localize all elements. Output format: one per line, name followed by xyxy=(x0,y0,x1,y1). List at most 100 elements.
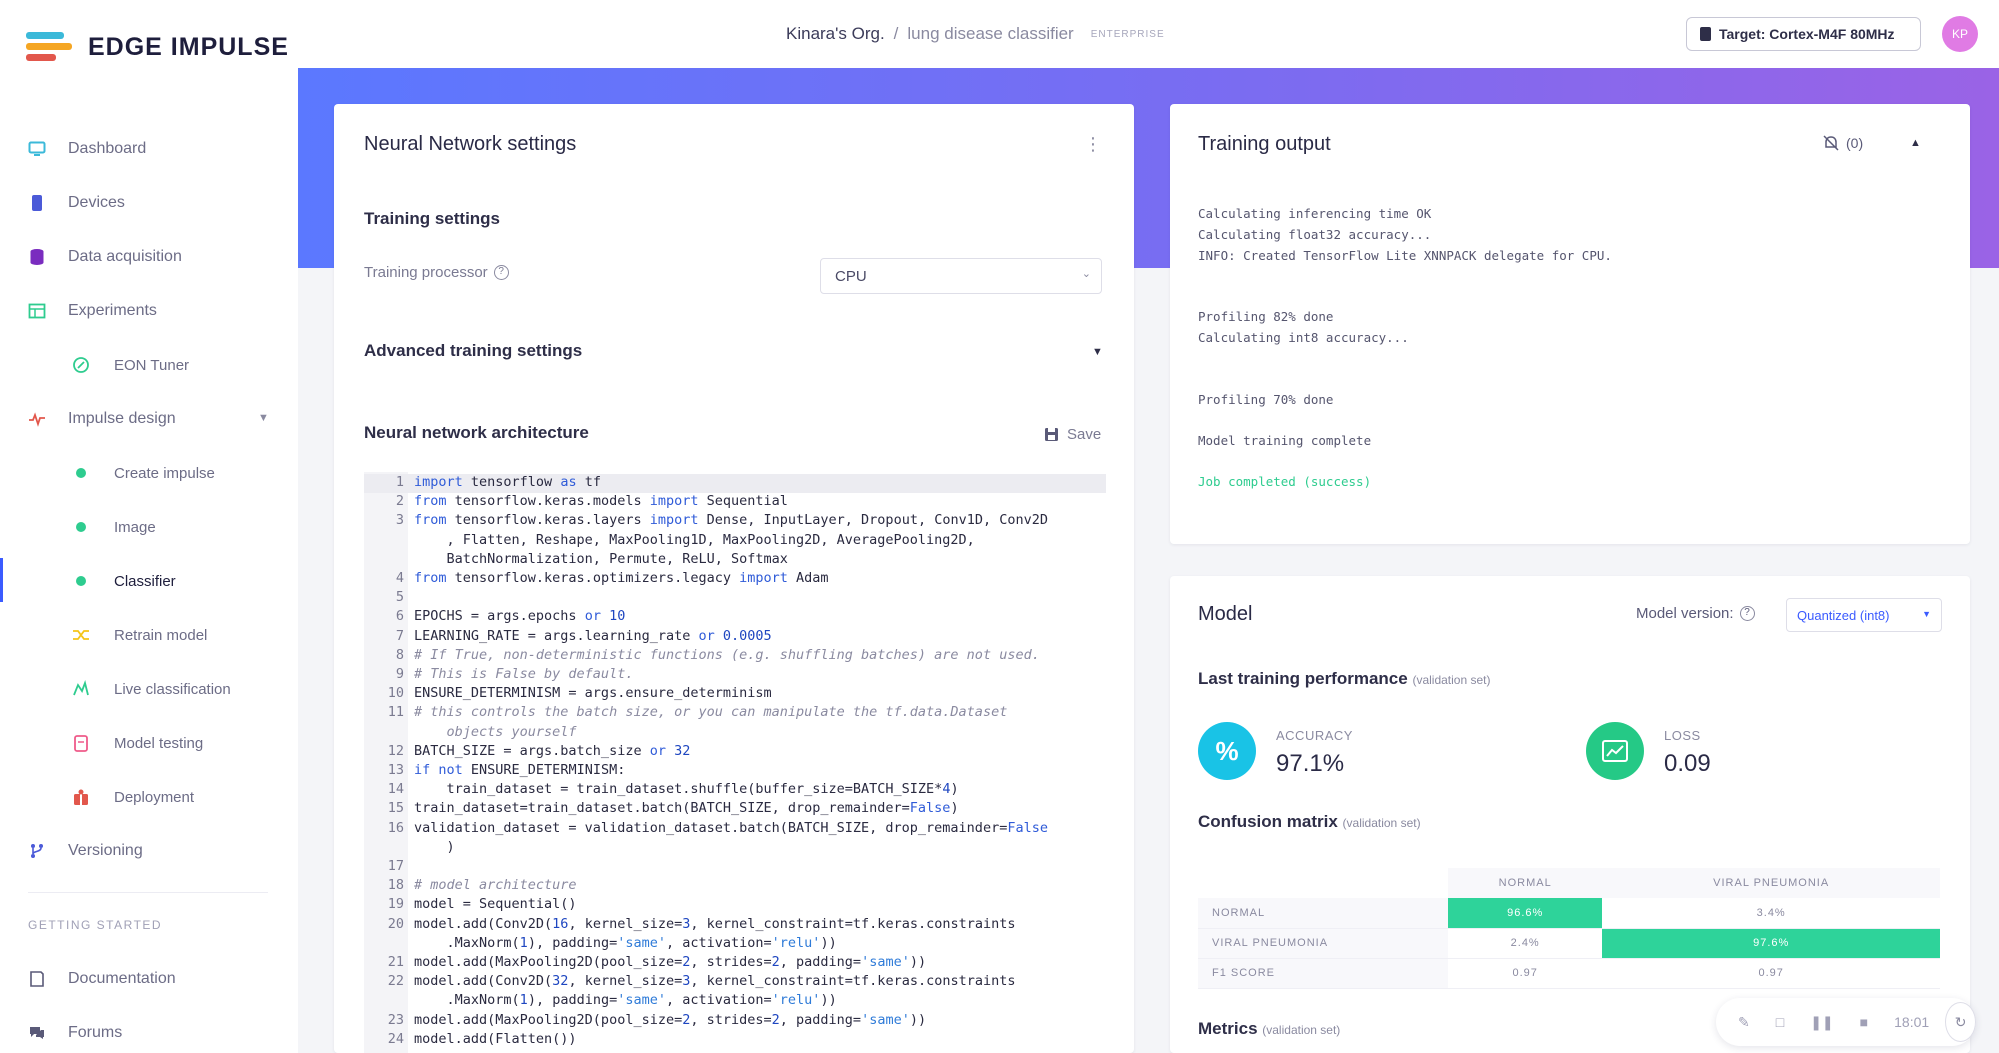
breadcrumb-org[interactable]: Kinara's Org. xyxy=(786,24,885,44)
sidebar-item-label: Data acquisition xyxy=(68,248,182,265)
code-line: 19 model = Sequential() xyxy=(387,896,577,913)
code-line: objects yourself xyxy=(414,723,577,740)
model-version-select[interactable]: Quantized (int8) ▼ xyxy=(1786,598,1942,632)
architecture-heading: Neural network architecture xyxy=(364,423,589,442)
column-header: VIRAL PNEUMONIA xyxy=(1602,868,1940,898)
table-row: F1 SCORE 0.97 0.97 xyxy=(1198,958,1940,989)
table-row: NORMAL 96.6% 3.4% xyxy=(1198,898,1940,929)
avatar[interactable]: KP xyxy=(1942,16,1978,52)
sidebar-item-label: Create impulse xyxy=(114,464,215,482)
logo[interactable]: EDGE IMPULSE xyxy=(26,30,289,64)
chip-icon xyxy=(1700,27,1711,41)
code-line: 24 model.add(Flatten()) xyxy=(387,1030,577,1047)
sidebar-item-label: Impulse design xyxy=(68,410,176,427)
code-line: 15 train_dataset=train_dataset.batch(BATC… xyxy=(387,800,959,817)
caret-down-icon[interactable]: ▼ xyxy=(1092,346,1103,358)
loss-value: 0.09 xyxy=(1664,750,1711,777)
table-icon xyxy=(28,303,46,319)
log-line: Calculating inferencing time OK xyxy=(1198,206,1432,221)
advanced-settings-toggle[interactable]: Advanced training settings xyxy=(364,341,582,361)
training-processor-select[interactable]: CPU ⌄ xyxy=(820,258,1102,294)
card-title: Neural Network settings xyxy=(364,133,577,155)
performance-subtitle: (validation set) xyxy=(1412,673,1491,687)
caret-down-icon: ▼ xyxy=(1922,609,1931,619)
app-name: EDGE IMPULSE xyxy=(88,32,289,61)
sidebar-item-create-impulse[interactable]: Create impulse xyxy=(72,458,215,488)
code-line: 4 from tensorflow.keras.optimizers.legacy… xyxy=(395,570,829,586)
sidebar-item-versioning[interactable]: Versioning xyxy=(28,836,143,866)
table-corner xyxy=(1198,868,1448,898)
sidebar-item-model-testing[interactable]: Model testing xyxy=(72,728,203,758)
code-line: 22 model.add(Conv2D(32, kernel_size=3, ke… xyxy=(387,973,1016,990)
log-line: Model training complete xyxy=(1198,433,1372,448)
table-row: VIRAL PNEUMONIA 2.4% 97.6% xyxy=(1198,928,1940,959)
monitor-icon xyxy=(28,141,46,156)
confusion-matrix-table: NORMAL VIRAL PNEUMONIA NORMAL 96.6% 3.4%… xyxy=(1198,868,1940,989)
shuffle-icon xyxy=(73,630,89,640)
target-device-button[interactable]: Target: Cortex-M4F 80MHz xyxy=(1686,17,1921,51)
breadcrumb-project[interactable]: lung disease classifier xyxy=(907,24,1073,44)
sidebar-item-label: EON Tuner xyxy=(114,356,190,374)
model-version-label: Model version: ? xyxy=(1636,605,1755,622)
sidebar-item-experiments[interactable]: Experiments xyxy=(28,296,157,326)
save-button[interactable]: Save xyxy=(1044,426,1101,443)
code-line: 8 # If True, non-deterministic functions … xyxy=(395,646,1040,663)
window-icon[interactable]: □ xyxy=(1776,1014,1784,1030)
sidebar-item-label: Experiments xyxy=(68,302,157,319)
sidebar-item-forums[interactable]: Forums xyxy=(28,1018,122,1048)
more-vertical-icon[interactable]: ⋮ xyxy=(1084,134,1102,155)
table-cell: 2.4% xyxy=(1448,928,1603,959)
pen-icon[interactable]: ✎ xyxy=(1738,1014,1750,1031)
help-icon[interactable]: ? xyxy=(1739,606,1755,621)
refresh-icon[interactable]: ↻ xyxy=(1945,1002,1976,1042)
clipboard-icon xyxy=(74,735,88,752)
sidebar-item-label: Versioning xyxy=(68,842,143,859)
performance-heading: Last training performance (validation se… xyxy=(1198,669,1491,689)
log-line: Calculating int8 accuracy... xyxy=(1198,330,1409,345)
sidebar-item-data-acquisition[interactable]: Data acquisition xyxy=(28,242,182,272)
chevron-down-icon: ⌄ xyxy=(1081,268,1091,280)
metrics-title: Metrics xyxy=(1198,1019,1258,1038)
sidebar-item-impulse-design[interactable]: Impulse design xyxy=(28,404,176,434)
sidebar-divider xyxy=(28,892,268,893)
sidebar-item-deployment[interactable]: Deployment xyxy=(72,782,194,812)
stop-icon[interactable]: ■ xyxy=(1860,1014,1868,1030)
code-line: ) xyxy=(414,838,455,855)
chevron-down-icon[interactable]: ▼ xyxy=(258,412,269,424)
section-label: GETTING STARTED xyxy=(28,918,163,932)
row-header: NORMAL xyxy=(1198,898,1448,929)
sidebar-item-classifier[interactable]: Classifier xyxy=(72,566,176,596)
chat-icon xyxy=(30,1027,44,1039)
loss-label: LOSS xyxy=(1664,728,1701,743)
code-line: 1 import tensorflow as tf xyxy=(395,474,601,490)
save-icon xyxy=(1045,428,1058,441)
sidebar-item-retrain-model[interactable]: Retrain model xyxy=(72,620,207,650)
sidebar-item-label: Documentation xyxy=(68,970,176,987)
sidebar-item-live-classification[interactable]: Live classification xyxy=(72,674,231,704)
sidebar-item-label: Live classification xyxy=(114,680,231,698)
tier-badge: ENTERPRISE xyxy=(1090,28,1165,40)
save-label: Save xyxy=(1067,426,1102,443)
sidebar-item-devices[interactable]: Devices xyxy=(28,188,125,218)
pause-icon[interactable]: ❚❚ xyxy=(1810,1014,1833,1031)
recording-time: 18:01 xyxy=(1894,1014,1930,1030)
code-line: .MaxNorm(1), padding='same', activation=… xyxy=(414,992,837,1009)
sidebar-item-documentation[interactable]: Documentation xyxy=(28,964,176,994)
log-line-success: Job completed (success) xyxy=(1198,474,1372,489)
code-editor[interactable]: 1 import tensorflow as tf 2 from tensorflow… xyxy=(364,472,1106,1053)
device-icon xyxy=(32,195,42,211)
collapse-icon[interactable]: ▲ xyxy=(1910,137,1921,149)
sidebar-item-label: Dashboard xyxy=(68,140,147,157)
code-line: 17 xyxy=(387,858,404,874)
breadcrumb: Kinara's Org. / lung disease classifier … xyxy=(786,24,1165,44)
book-icon xyxy=(30,971,44,987)
table-cell: 0.97 xyxy=(1448,958,1603,989)
notifications-toggle[interactable]: (0) xyxy=(1822,134,1863,152)
sidebar-item-eon-tuner[interactable]: EON Tuner xyxy=(72,350,189,380)
sidebar-item-dashboard[interactable]: Dashboard xyxy=(28,134,146,164)
sidebar-item-image[interactable]: Image xyxy=(72,512,156,542)
model-version-label-text: Model version: xyxy=(1636,605,1734,622)
code-line: 11 # this controls the batch size, or you… xyxy=(387,704,1008,721)
help-icon[interactable]: ? xyxy=(493,265,509,280)
table-cell: 0.97 xyxy=(1602,958,1940,989)
